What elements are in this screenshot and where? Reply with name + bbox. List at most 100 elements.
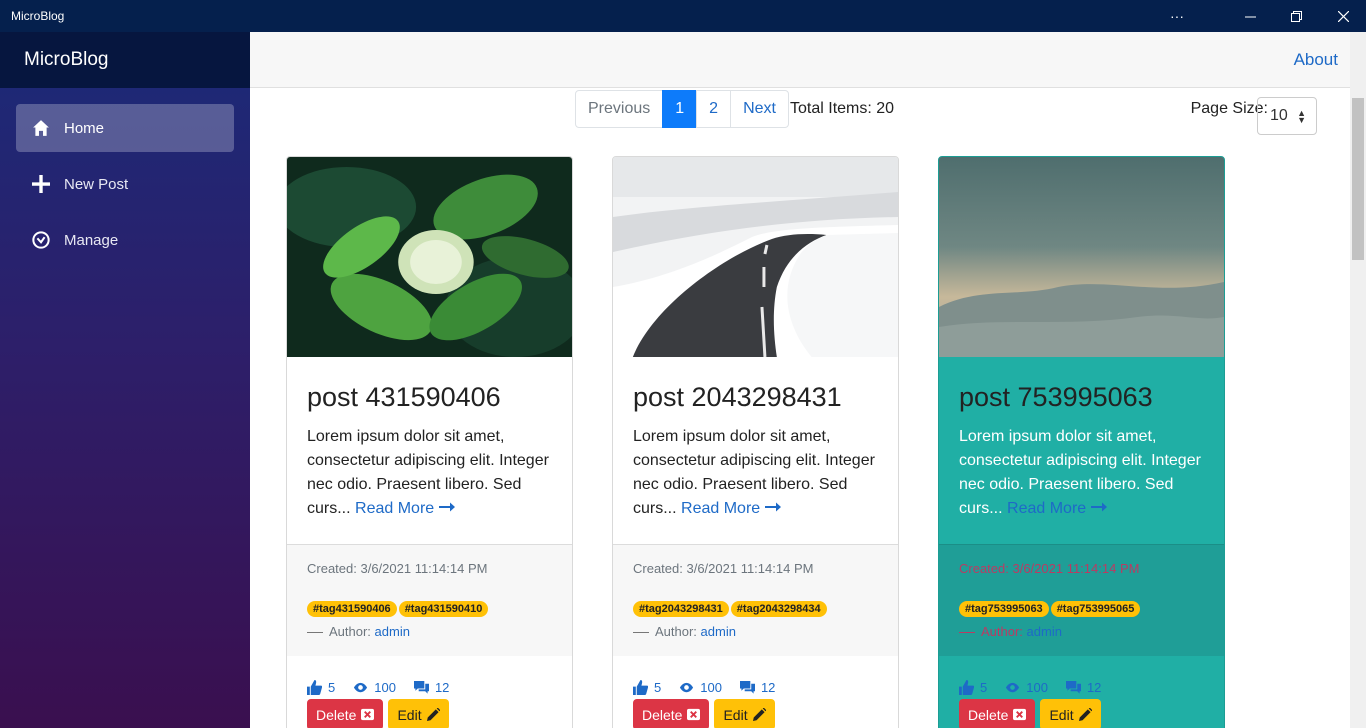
card-actions: Delete Edit — [613, 695, 898, 728]
card-footer: Created: 3/6/2021 11:14:14 PM #tag204329… — [613, 544, 898, 656]
sidebar-item-new-post[interactable]: New Post — [16, 160, 234, 208]
read-more-link[interactable]: Read More — [681, 500, 781, 517]
post-card: post 431590406 Lorem ipsum dolor sit ame… — [286, 156, 573, 728]
vertical-scrollbar[interactable] — [1350, 32, 1366, 728]
card-body: post 431590406 Lorem ipsum dolor sit ame… — [287, 362, 572, 544]
restore-button[interactable] — [1273, 0, 1319, 32]
edit-button[interactable]: Edit — [1040, 699, 1101, 728]
close-icon — [1337, 10, 1349, 22]
post-image[interactable] — [613, 157, 898, 358]
comments-stat[interactable]: 12 — [1065, 680, 1101, 695]
previous-page-button[interactable]: Previous — [575, 90, 664, 128]
delete-x-icon — [361, 708, 375, 721]
pencil-icon — [426, 708, 440, 721]
read-more-link[interactable]: Read More — [1007, 500, 1107, 517]
sidebar-item-label: New Post — [64, 175, 129, 193]
page-2-button[interactable]: 2 — [696, 90, 732, 128]
views-stat[interactable]: 100 — [679, 680, 722, 695]
views-stat[interactable]: 100 — [353, 680, 396, 695]
plus-icon — [32, 175, 50, 193]
sidebar-item-manage[interactable]: Manage — [16, 216, 234, 264]
total-items: Total Items: 20 — [790, 100, 895, 117]
comments-icon — [413, 680, 429, 694]
minimize-icon — [1244, 16, 1256, 17]
post-stats: 5 100 12 — [939, 656, 1224, 695]
sidebar-item-home[interactable]: Home — [16, 104, 234, 152]
likes-stat[interactable]: 5 — [633, 680, 661, 695]
close-button[interactable] — [1320, 0, 1366, 32]
sidebar: MicroBlog Home New Post Manage — [0, 32, 250, 728]
author-link[interactable]: admin — [375, 624, 410, 639]
window-titlebar: MicroBlog ··· — [0, 0, 1366, 32]
post-image[interactable] — [939, 157, 1224, 357]
author-line: Author: admin — [307, 624, 552, 639]
restore-icon — [1290, 10, 1302, 22]
more-options-button[interactable]: ··· — [1154, 0, 1200, 32]
arrow-right-icon — [438, 502, 455, 512]
author-link[interactable]: admin — [701, 624, 736, 639]
author-link[interactable]: admin — [1027, 624, 1062, 639]
manage-icon — [32, 231, 50, 249]
card-actions: Delete Edit — [287, 695, 572, 728]
top-bar: About — [250, 32, 1350, 88]
delete-button[interactable]: Delete — [959, 699, 1036, 728]
sidebar-item-label: Home — [64, 119, 105, 137]
post-image[interactable] — [287, 157, 572, 357]
post-excerpt: Lorem ipsum dolor sit amet, consectetur … — [307, 428, 549, 517]
likes-stat[interactable]: 5 — [307, 680, 335, 695]
brand-logo[interactable]: MicroBlog — [0, 32, 250, 88]
created-date: Created: 3/6/2021 11:14:14 PM — [633, 561, 814, 576]
post-title[interactable]: post 753995063 — [959, 382, 1204, 413]
edit-button[interactable]: Edit — [714, 699, 775, 728]
delete-button[interactable]: Delete — [307, 699, 384, 728]
post-excerpt: Lorem ipsum dolor sit amet, consectetur … — [633, 428, 875, 517]
eye-icon — [680, 682, 694, 693]
created-date: Created: 3/6/2021 11:14:14 PM — [959, 561, 1140, 576]
tag-badge[interactable]: #tag2043298431 — [633, 601, 729, 617]
comments-stat[interactable]: 12 — [413, 680, 449, 695]
arrow-right-icon — [1090, 502, 1107, 512]
post-stats: 5 100 12 — [613, 656, 898, 695]
post-title[interactable]: post 2043298431 — [633, 382, 878, 413]
views-stat[interactable]: 100 — [1005, 680, 1048, 695]
post-title[interactable]: post 431590406 — [307, 382, 552, 413]
page-size-select[interactable]: 10 ▲ ▼ — [1257, 97, 1317, 135]
tag-badge[interactable]: #tag753995063 — [959, 601, 1049, 617]
delete-button[interactable]: Delete — [633, 699, 710, 728]
post-excerpt: Lorem ipsum dolor sit amet, consectetur … — [959, 428, 1201, 517]
window-title: MicroBlog — [11, 9, 65, 23]
sidebar-item-label: Manage — [64, 231, 119, 249]
card-actions: Delete Edit — [939, 695, 1224, 728]
delete-x-icon — [1013, 708, 1027, 721]
read-more-link[interactable]: Read More — [355, 500, 455, 517]
tag-badge[interactable]: #tag2043298434 — [730, 601, 827, 617]
tag-list: #tag2043298431 #tag2043298434 — [633, 601, 878, 617]
card-body: post 2043298431 Lorem ipsum dolor sit am… — [613, 362, 898, 544]
tag-badge[interactable]: #tag431590410 — [398, 601, 489, 617]
eye-icon — [1006, 682, 1020, 693]
tag-badge[interactable]: #tag753995065 — [1050, 601, 1141, 617]
tag-badge[interactable]: #tag431590406 — [307, 601, 397, 617]
edit-button[interactable]: Edit — [388, 699, 449, 728]
eye-icon — [354, 682, 368, 693]
tag-list: #tag753995063 #tag753995065 — [959, 601, 1204, 617]
next-page-button[interactable]: Next — [730, 90, 789, 128]
page-size-value: 10 — [1270, 107, 1288, 124]
comments-stat[interactable]: 12 — [739, 680, 775, 695]
minimize-button[interactable] — [1227, 0, 1273, 32]
pagination: Previous 1 2 Next — [575, 90, 789, 128]
thumbs-up-icon — [959, 680, 974, 695]
thumbs-up-icon — [633, 680, 648, 695]
post-stats: 5 100 12 — [287, 656, 572, 695]
about-link[interactable]: About — [1294, 50, 1338, 70]
likes-stat[interactable]: 5 — [959, 680, 987, 695]
card-footer: Created: 3/6/2021 11:14:14 PM #tag431590… — [287, 544, 572, 656]
home-icon — [33, 120, 49, 136]
arrow-right-icon — [764, 502, 781, 512]
pencil-icon — [1078, 708, 1092, 721]
scrollbar-thumb[interactable] — [1352, 98, 1364, 260]
sidebar-nav: Home New Post Manage — [0, 88, 250, 264]
card-footer: Created: 3/6/2021 11:14:14 PM #tag753995… — [939, 544, 1224, 656]
author-line: Author: admin — [633, 624, 878, 639]
page-1-button[interactable]: 1 — [662, 90, 698, 128]
